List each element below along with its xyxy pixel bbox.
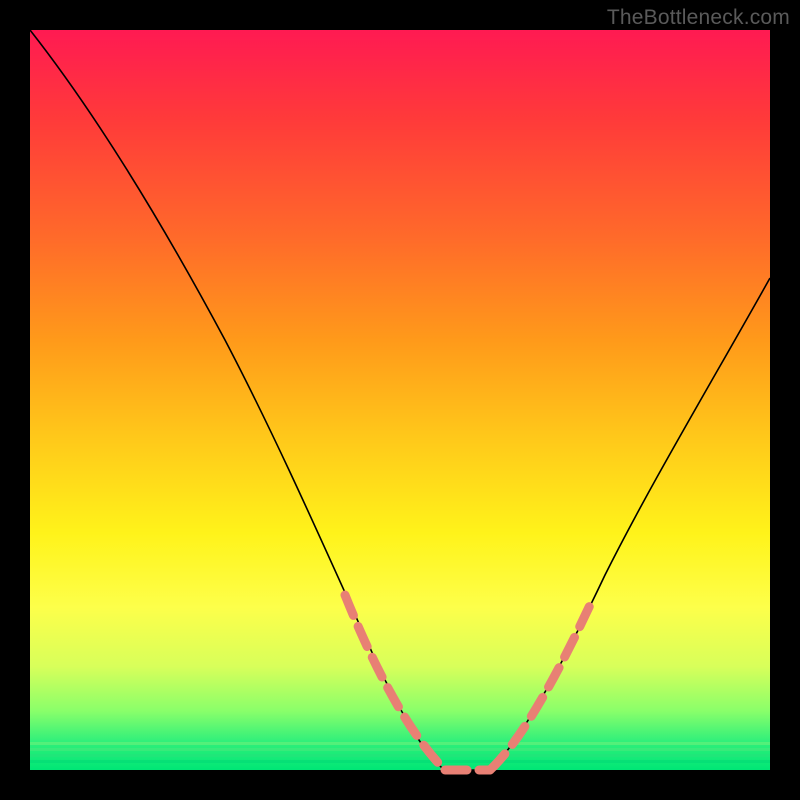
beads-right (490, 605, 590, 770)
chart-frame: TheBottleneck.com (0, 0, 800, 800)
curve-left-branch (30, 30, 445, 770)
chart-svg (30, 30, 770, 770)
watermark-text: TheBottleneck.com (607, 6, 790, 30)
curve-right-branch (490, 278, 770, 770)
beads-left (345, 595, 445, 770)
